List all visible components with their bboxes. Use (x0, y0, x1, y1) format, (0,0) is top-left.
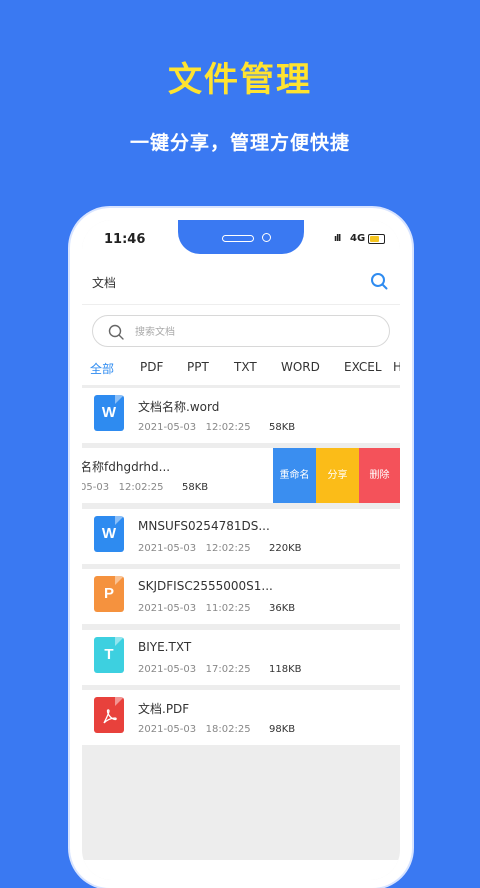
file-row[interactable]: T BIYE.TXT 2021-05-03 17:02:25 118KB (82, 630, 400, 685)
hero-title: 文件管理 (168, 60, 312, 100)
file-row[interactable]: P SKJDFISC2555000S1... 2021-05-03 11:02:… (82, 569, 400, 624)
tab-excel[interactable]: EXCEL (344, 360, 382, 374)
tab-ppt[interactable]: PPT (187, 360, 209, 374)
signal-icon: ıll (334, 234, 341, 244)
file-name: BIYE.TXT (138, 640, 192, 654)
tab-word[interactable]: WORD (281, 360, 320, 374)
battery-icon (368, 234, 385, 244)
acrobat-icon (103, 709, 117, 724)
file-date: 2021-05-03 17:02:25 (138, 664, 251, 675)
file-row[interactable]: W MNSUFS0254781DS... 2021-05-03 12:02:25… (82, 509, 400, 564)
file-date: 2021-05-03 12:02:25 (138, 422, 251, 433)
network-label: 4G (350, 233, 366, 244)
file-size: 36KB (269, 603, 296, 614)
file-date: 2021-05-03 18:02:25 (138, 724, 251, 735)
hero-subtitle: 一键分享，管理方便快捷 (129, 132, 350, 154)
app-bar: 文档 (82, 260, 400, 305)
search-box[interactable] (92, 315, 390, 347)
file-row[interactable]: 文档.PDF 2021-05-03 18:02:25 98KB (82, 690, 400, 745)
rename-button[interactable]: 重命名 (273, 448, 316, 503)
filter-tabs: 全部 PDF PPT TXT WORD EXCEL H (82, 355, 400, 385)
file-date: 05-03 12:02:25 (82, 482, 164, 493)
file-date: 2021-05-03 11:02:25 (138, 603, 251, 614)
file-name: MNSUFS0254781DS... (138, 519, 270, 533)
file-name: 名称fdhgdrhd... (82, 460, 171, 474)
file-size: 118KB (269, 664, 302, 675)
file-size: 98KB (269, 724, 296, 735)
phone-notch (178, 220, 304, 254)
search-icon (108, 324, 124, 340)
txt-file-icon: T (94, 637, 124, 673)
page-title: 文档 (92, 276, 117, 290)
share-button[interactable]: 分享 (316, 448, 359, 503)
tab-more[interactable]: H (393, 360, 400, 374)
ppt-file-icon: P (94, 576, 124, 612)
bottom-bar (82, 860, 400, 880)
delete-button[interactable]: 删除 (359, 448, 400, 503)
tab-pdf[interactable]: PDF (140, 360, 163, 374)
file-name: 文档名称.word (138, 400, 220, 414)
search-input[interactable] (133, 322, 377, 342)
phone-frame: 11:46 ıll 4G 文档 搜索文档 全部 PDF PPT TXT WORD… (70, 208, 412, 888)
word-file-icon: W (94, 395, 124, 431)
tab-txt[interactable]: TXT (234, 360, 257, 374)
tab-all[interactable]: 全部 (90, 360, 114, 377)
file-name: SKJDFISC2555000S1... (138, 579, 273, 593)
pdf-file-icon (94, 697, 124, 733)
file-size: 58KB (269, 422, 296, 433)
status-time: 11:46 (104, 232, 146, 247)
file-date: 2021-05-03 12:02:25 (138, 543, 251, 554)
file-name: 文档.PDF (138, 702, 190, 716)
speaker-icon (222, 235, 254, 242)
file-row-swiped[interactable]: 名称fdhgdrhd... 05-03 12:02:25 58KB 重命名 分享… (82, 448, 400, 503)
search-icon[interactable] (370, 272, 388, 290)
search-bar (82, 305, 400, 355)
file-size: 220KB (269, 543, 302, 554)
phone-screen: 11:46 ıll 4G 文档 搜索文档 全部 PDF PPT TXT WORD… (82, 220, 400, 880)
camera-icon (262, 233, 271, 242)
file-size: 58KB (182, 482, 209, 493)
word-file-icon: W (94, 516, 124, 552)
file-row[interactable]: W 文档名称.word 2021-05-03 12:02:25 58KB (82, 388, 400, 443)
